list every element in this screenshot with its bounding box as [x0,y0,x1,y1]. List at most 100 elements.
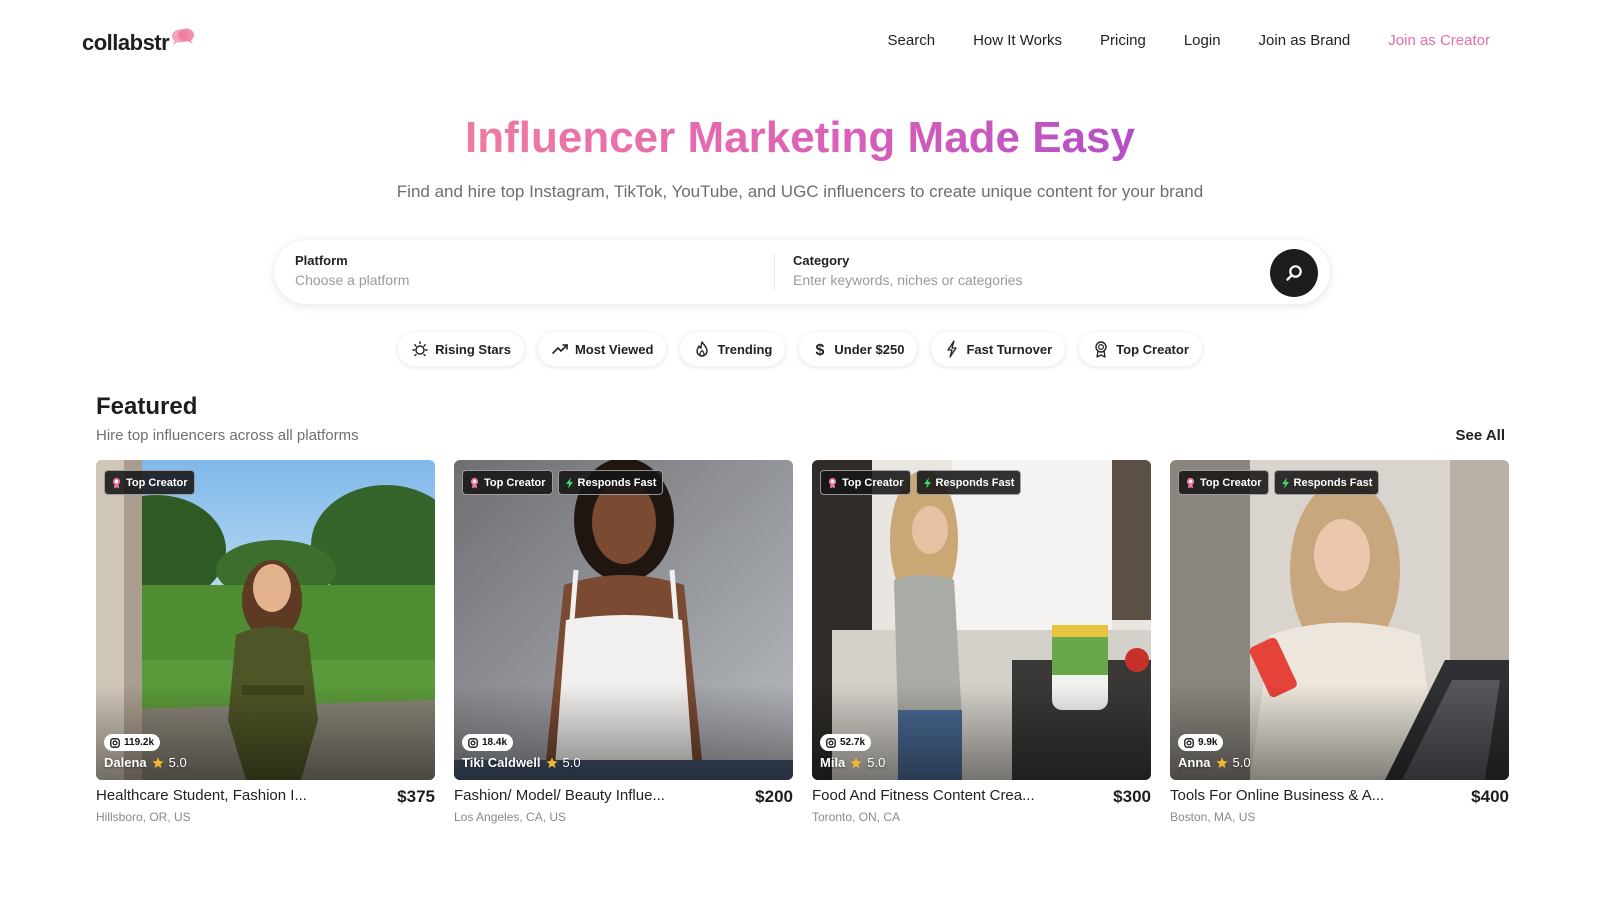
creator-card-title: Food And Fitness Content Crea... [812,787,1035,804]
follower-count-badge: 18.4k [462,734,514,751]
creator-name: Mila [820,755,846,770]
follower-count-badge: 9.9k [1178,734,1224,751]
creator-rating: 5.0 [1232,755,1251,770]
responds-fast-badge: Responds Fast [557,470,664,495]
responds-fast-badge: Responds Fast [915,470,1022,495]
creator-price: $200 [755,787,793,806]
creator-card-title: Tools For Online Business & A... [1170,787,1385,804]
hero-subtitle: Find and hire top Instagram, TikTok, You… [396,182,1204,201]
nav-search-link[interactable]: Search [888,32,936,49]
chip-label: Under $250 [834,341,905,357]
creator-photo-image [96,460,435,780]
chip-most-viewed[interactable]: Most Viewed [537,332,667,366]
creator-card[interactable]: Top Creator Responds Fast 18.4k Tiki Cal… [454,460,793,824]
creator-rating: 5.0 [867,755,886,770]
top-creator-badge: Top Creator [104,470,195,495]
logo-text: collabstr [82,30,170,55]
platform-field[interactable]: Platform [295,253,755,288]
instagram-icon [826,737,836,748]
badge-label: Responds Fast [935,476,1015,489]
bolt-icon [947,340,958,358]
logo[interactable]: collabstr [82,28,196,56]
hero-title-text: Influencer Marketing Made Easy [465,113,1135,162]
creator-card-title: Healthcare Student, Fashion I... [96,787,307,804]
chip-top-creator[interactable]: Top Creator [1079,332,1202,366]
follower-count-badge: 119.2k [104,734,161,751]
instagram-icon [468,737,478,748]
creator-photo-image [454,460,793,780]
badge-label: Top Creator [126,476,188,489]
search-divider [774,254,775,290]
creator-name-row: Mila 5.0 [820,755,885,770]
top-nav: collabstr Search How It Works Pricing Lo… [0,0,1600,84]
nav-how-it-works-link[interactable]: How It Works [973,32,1062,49]
nav-pricing-link[interactable]: Pricing [1100,32,1146,49]
chip-label: Top Creator [1116,341,1189,357]
creator-name-row: Tiki Caldwell 5.0 [462,755,581,770]
category-input[interactable] [793,272,1253,288]
creator-card[interactable]: Top Creator Responds Fast 52.7k Mila 5.0… [812,460,1151,824]
creator-location: Boston, MA, US [1170,810,1256,824]
sun-icon [412,341,428,357]
nav-join-creator-link[interactable]: Join as Creator [1388,32,1490,49]
creator-card[interactable]: Top Creator Responds Fast 9.9k Anna 5.0 … [1170,460,1509,824]
chip-label: Trending [717,341,773,357]
award-icon [1186,477,1195,488]
responds-fast-badge: Responds Fast [1273,470,1380,495]
badge-label: Top Creator [842,476,904,489]
creator-name: Dalena [104,755,147,770]
top-creator-badge: Top Creator [1178,470,1269,495]
chip-label: Rising Stars [435,341,511,357]
hero-title: Influencer Marketing Made Easy [0,110,1600,166]
chip-label: Most Viewed [574,341,654,357]
star-icon [546,757,558,768]
badge-label: Responds Fast [1293,476,1373,489]
creator-name: Anna [1178,755,1211,770]
badge-label: Top Creator [1200,476,1262,489]
chip-under-250[interactable]: $ Under $250 [799,332,918,366]
platform-input[interactable] [295,272,755,288]
award-icon [1095,341,1107,358]
creator-card[interactable]: Top Creator 119.2k Dalena 5.0 Healthcare… [96,460,435,824]
award-icon [828,477,837,488]
search-button[interactable] [1270,249,1318,297]
chip-fast-turnover[interactable]: Fast Turnover [931,332,1066,366]
chip-label: Fast Turnover [966,341,1053,357]
chip-rising-stars[interactable]: Rising Stars [398,332,524,366]
creator-rating: 5.0 [168,755,187,770]
star-icon [152,757,164,768]
nav-join-brand-link[interactable]: Join as Brand [1259,32,1351,49]
creator-photo[interactable]: Top Creator Responds Fast 52.7k Mila 5.0 [812,460,1151,780]
creator-photo[interactable]: Top Creator Responds Fast 9.9k Anna 5.0 [1170,460,1509,780]
top-creator-badge: Top Creator [820,470,911,495]
creator-name: Tiki Caldwell [462,755,541,770]
follower-count: 52.7k [840,737,866,748]
featured-cards: Top Creator 119.2k Dalena 5.0 Healthcare… [96,460,1509,840]
card-badges: Top Creator Responds Fast [1178,470,1380,495]
follower-count-badge: 52.7k [820,734,872,751]
chip-trending[interactable]: Trending [680,332,786,366]
creator-price: $300 [1113,787,1151,806]
creator-card-title: Fashion/ Model/ Beauty Influe... [454,787,665,804]
creator-name-row: Dalena 5.0 [104,755,187,770]
card-badges: Top Creator [104,470,195,495]
follower-count: 119.2k [124,737,155,748]
category-field[interactable]: Category [793,253,1253,288]
creator-location: Toronto, ON, CA [812,810,901,824]
badge-label: Top Creator [484,476,546,489]
creator-photo[interactable]: Top Creator 119.2k Dalena 5.0 [96,460,435,780]
creator-rating: 5.0 [562,755,581,770]
creator-price: $375 [397,787,435,806]
search-icon [1286,265,1302,281]
bolt-icon [1281,477,1289,488]
creator-name-row: Anna 5.0 [1178,755,1251,770]
card-badges: Top Creator Responds Fast [462,470,664,495]
flame-icon [696,341,709,357]
nav-login-link[interactable]: Login [1184,32,1221,49]
see-all-link[interactable]: See All [1456,427,1505,444]
award-icon [112,477,121,488]
creator-photo[interactable]: Top Creator Responds Fast 18.4k Tiki Cal… [454,460,793,780]
chat-bubbles-icon [172,28,195,45]
bolt-icon [923,477,931,488]
bolt-icon [565,477,573,488]
